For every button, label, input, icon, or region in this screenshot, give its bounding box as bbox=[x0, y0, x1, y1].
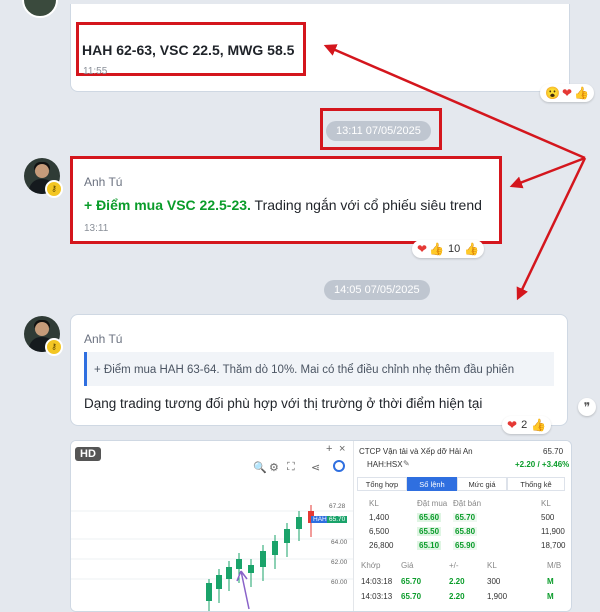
arrow-to-message-1 bbox=[323, 44, 586, 160]
annotation-arrows bbox=[323, 44, 587, 301]
